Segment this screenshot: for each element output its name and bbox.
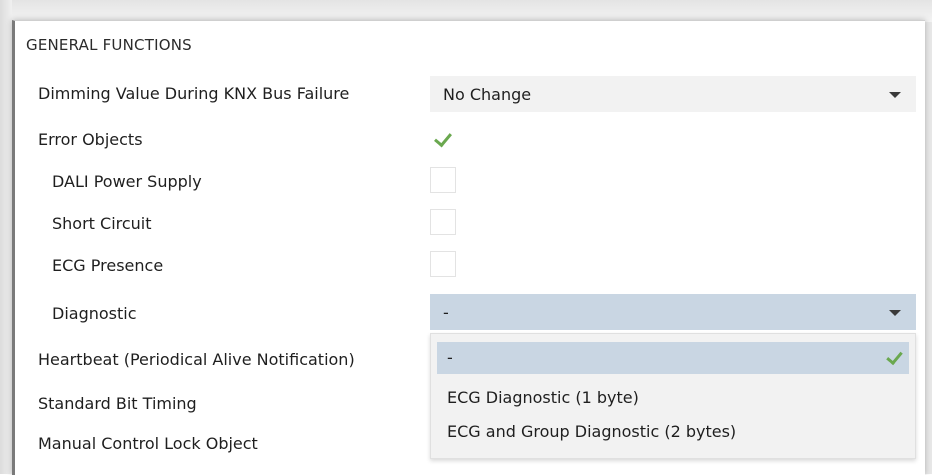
chevron-down-icon [889,92,901,98]
dimming-select-value: No Change [443,85,532,104]
manual-lock-label: Manual Control Lock Object [38,434,258,453]
short-circuit-label: Short Circuit [52,214,152,233]
ecg-presence-checkbox[interactable] [430,251,456,277]
ecg-presence-label: ECG Presence [52,256,164,275]
dimming-label: Dimming Value During KNX Bus Failure [38,84,350,103]
frame-top-shadow [0,0,932,22]
dropdown-option-label: ECG and Group Diagnostic (2 bytes) [447,422,737,441]
section-title: GENERAL FUNCTIONS [26,36,192,54]
bit-timing-label: Standard Bit Timing [38,394,197,413]
chevron-down-icon [889,310,901,316]
error-objects-checkbox[interactable] [430,127,456,153]
dropdown-option[interactable]: - [437,342,909,374]
dropdown-option-label: ECG Diagnostic (1 byte) [447,388,639,407]
dropdown-option-label: - [447,348,453,367]
dimming-select[interactable]: No Change [430,76,916,112]
check-icon [886,347,903,366]
diagnostic-select[interactable]: - [430,294,916,330]
dali-power-checkbox[interactable] [430,167,456,193]
dropdown-option[interactable]: ECG Diagnostic (1 byte) [437,382,909,414]
short-circuit-checkbox[interactable] [430,209,456,235]
diagnostic-select-value: - [443,303,449,322]
dali-power-label: DALI Power Supply [52,172,202,191]
diagnostic-dropdown-list: - ECG Diagnostic (1 byte) ECG and Group … [430,333,916,459]
check-icon [434,128,452,148]
diagnostic-label: Diagnostic [52,304,137,323]
dropdown-option[interactable]: ECG and Group Diagnostic (2 bytes) [437,416,909,448]
heartbeat-label: Heartbeat (Periodical Alive Notification… [38,350,355,369]
error-objects-label: Error Objects [38,130,143,149]
frame-left-shadow [0,0,12,474]
